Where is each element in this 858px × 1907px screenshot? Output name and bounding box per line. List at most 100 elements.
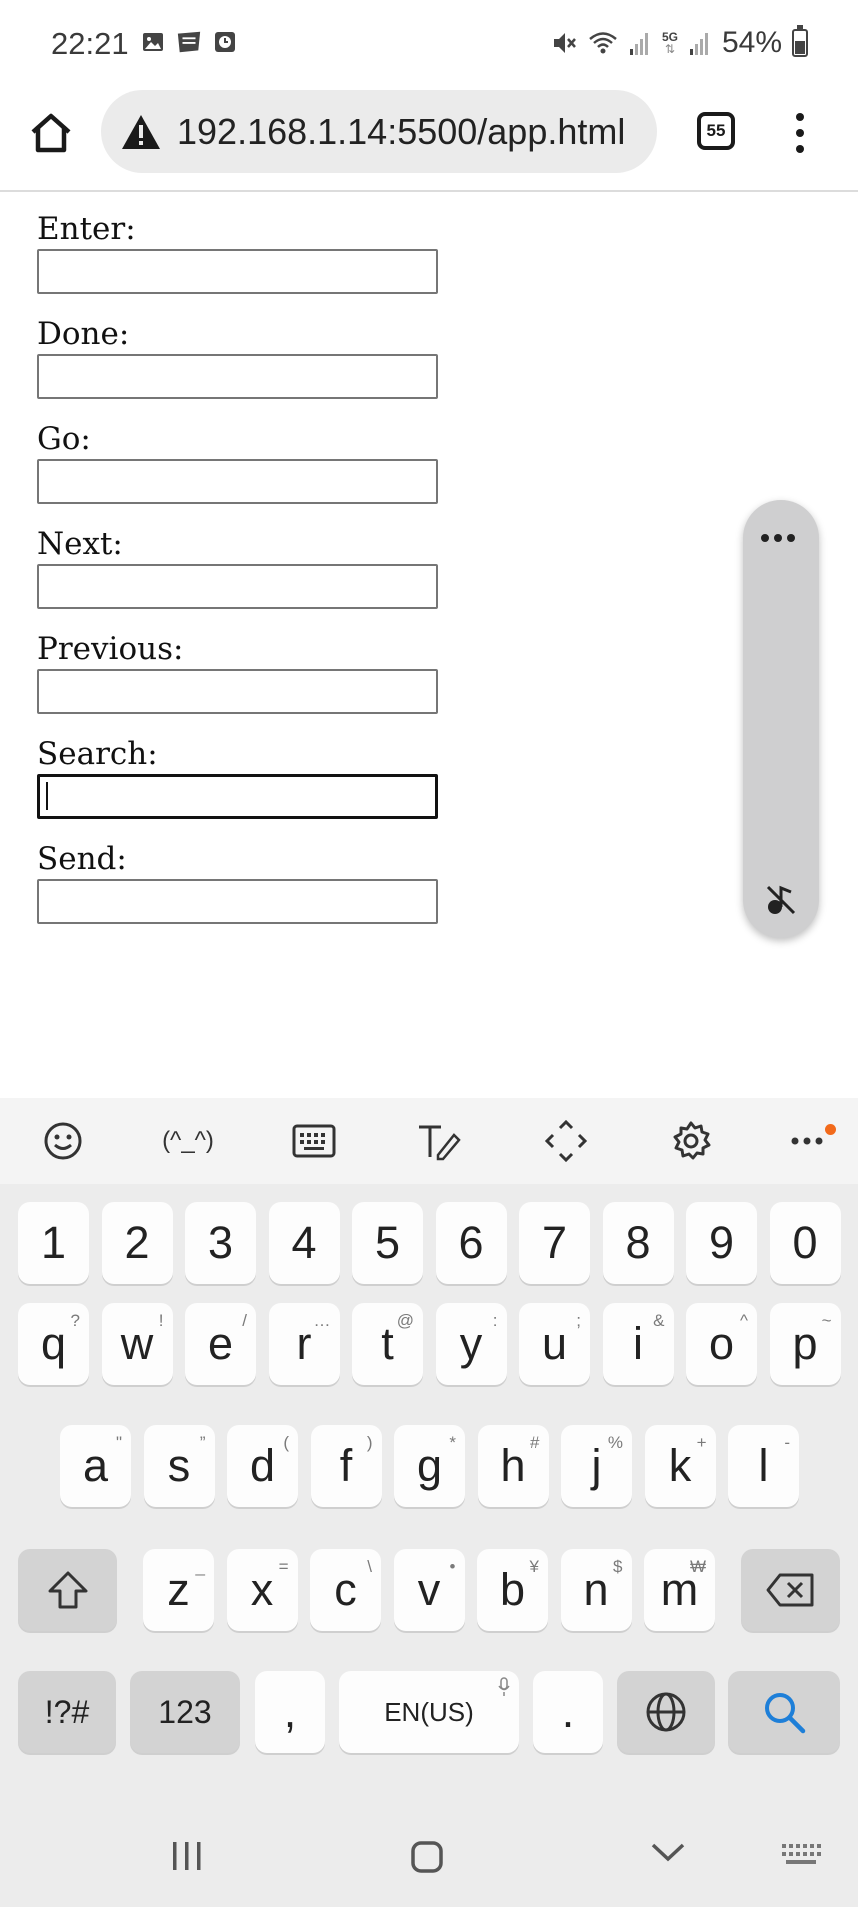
text-input-done[interactable] — [37, 354, 438, 399]
keyboard-switch-icon[interactable] — [780, 1840, 822, 1868]
home-button[interactable] — [28, 110, 74, 156]
key-c[interactable]: c \ — [310, 1549, 381, 1631]
key-label: o — [708, 1318, 735, 1369]
key-6[interactable]: 6 — [435, 1202, 507, 1284]
key-k[interactable]: k + — [644, 1425, 716, 1507]
key-label: l — [758, 1440, 769, 1491]
panel-more-icon[interactable] — [761, 534, 795, 542]
key-h[interactable]: h # — [477, 1425, 549, 1507]
key-q[interactable]: q? — [18, 1303, 89, 1385]
soft-keyboard: (^_^) 1 2 3 4 5 6 7 8 9 0 q? w! e / r… t @ y: u; i & o ^ p ~ a " s”… — [0, 1098, 858, 1907]
key-n[interactable]: n $ — [560, 1549, 632, 1631]
warning-icon[interactable] — [121, 113, 161, 151]
key-o[interactable]: o ^ — [686, 1303, 757, 1385]
handwriting-icon[interactable] — [416, 1118, 462, 1164]
status-time: 22:21 — [51, 26, 129, 61]
key-z[interactable]: z _ — [143, 1549, 214, 1631]
key-g[interactable]: g * — [394, 1425, 465, 1507]
home-nav-icon[interactable] — [410, 1840, 444, 1874]
space-key[interactable]: EN(US) — [339, 1671, 519, 1753]
key-3[interactable]: 3 — [185, 1202, 256, 1284]
key-label: , — [283, 1686, 297, 1737]
key-w[interactable]: w! — [101, 1303, 173, 1385]
key-2[interactable]: 2 — [101, 1202, 173, 1284]
backspace-key[interactable] — [741, 1549, 840, 1631]
tab-switcher-button[interactable]: 55 — [697, 112, 735, 150]
key-b[interactable]: b ¥ — [477, 1549, 548, 1631]
key-x[interactable]: x = — [226, 1549, 298, 1631]
cursor-move-icon[interactable] — [543, 1118, 589, 1164]
keyboard-icon[interactable] — [291, 1118, 337, 1164]
settings-icon[interactable] — [668, 1118, 714, 1164]
text-input-enter[interactable] — [37, 249, 438, 294]
emoji-icon[interactable] — [40, 1118, 86, 1164]
form-field: Search: — [37, 734, 438, 839]
floating-panel[interactable] — [743, 500, 819, 938]
key-s[interactable]: s” — [143, 1425, 215, 1507]
comma-key[interactable]: , — [255, 1671, 325, 1753]
key-j[interactable]: j% — [561, 1425, 632, 1507]
text-input-next[interactable] — [37, 564, 438, 609]
key-hint: ) — [366, 1433, 373, 1452]
period-key[interactable]: . — [533, 1671, 603, 1753]
key-7[interactable]: 7 — [519, 1202, 590, 1284]
key-y[interactable]: y: — [435, 1303, 507, 1385]
key-hint: • — [449, 1557, 456, 1576]
key-label: t — [381, 1318, 394, 1369]
field-label: Done: — [37, 316, 130, 352]
field-label: Send: — [37, 841, 127, 877]
key-label: c — [334, 1564, 357, 1615]
url-text[interactable]: 192.168.1.14:5500/app.html — [177, 111, 625, 153]
key-label: f — [339, 1440, 353, 1491]
key-8[interactable]: 8 — [602, 1202, 674, 1284]
language-key[interactable] — [617, 1671, 715, 1753]
key-l[interactable]: l- — [728, 1425, 799, 1507]
key-hint: " — [115, 1433, 122, 1452]
key-v[interactable]: v • — [393, 1549, 465, 1631]
key-u[interactable]: u; — [519, 1303, 590, 1385]
text-input-search[interactable] — [37, 774, 438, 819]
key-hint: * — [449, 1433, 456, 1452]
key-0[interactable]: 0 — [769, 1202, 841, 1284]
key-4[interactable]: 4 — [268, 1202, 340, 1284]
key-p[interactable]: p ~ — [769, 1303, 841, 1385]
form-field: Send: — [37, 839, 438, 944]
more-icon[interactable] — [784, 1118, 836, 1164]
key-label: w — [120, 1318, 154, 1369]
key-hint: - — [784, 1433, 790, 1452]
text-input-go[interactable] — [37, 459, 438, 504]
search-icon — [765, 1693, 806, 1734]
key-label: . — [561, 1686, 575, 1737]
key-1[interactable]: 1 — [18, 1202, 89, 1284]
key-i[interactable]: i & — [602, 1303, 674, 1385]
key-a[interactable]: a " — [60, 1425, 131, 1507]
numbers-key[interactable]: 123 — [130, 1671, 240, 1753]
key-9[interactable]: 9 — [686, 1202, 757, 1284]
search-key[interactable] — [728, 1671, 840, 1753]
kaomoji-icon[interactable]: (^_^) — [160, 1118, 216, 1164]
key-label: d — [249, 1440, 276, 1491]
text-input-previous[interactable] — [37, 669, 438, 714]
key-r[interactable]: r… — [268, 1303, 340, 1385]
browser-menu-button[interactable] — [782, 110, 818, 156]
text-input-send[interactable] — [37, 879, 438, 924]
key-hint: + — [696, 1433, 707, 1452]
back-icon[interactable] — [650, 1840, 686, 1864]
key-hint: & — [653, 1311, 665, 1330]
key-t[interactable]: t @ — [352, 1303, 423, 1385]
key-f[interactable]: f) — [310, 1425, 382, 1507]
key-m[interactable]: m ₩ — [644, 1549, 715, 1631]
shift-key[interactable] — [18, 1549, 117, 1631]
key-5[interactable]: 5 — [352, 1202, 423, 1284]
symbols-key[interactable]: !?# — [18, 1671, 116, 1753]
key-label: 8 — [625, 1217, 651, 1268]
key-hint: = — [278, 1557, 289, 1576]
field-label: Enter: — [37, 211, 136, 247]
music-off-icon[interactable] — [764, 883, 798, 917]
key-label: 0 — [792, 1217, 818, 1268]
address-bar[interactable]: 192.168.1.14:5500/app.html — [101, 90, 657, 173]
key-e[interactable]: e / — [185, 1303, 256, 1385]
key-label: 9 — [708, 1217, 735, 1268]
recents-icon[interactable] — [170, 1840, 204, 1872]
key-d[interactable]: d( — [227, 1425, 298, 1507]
